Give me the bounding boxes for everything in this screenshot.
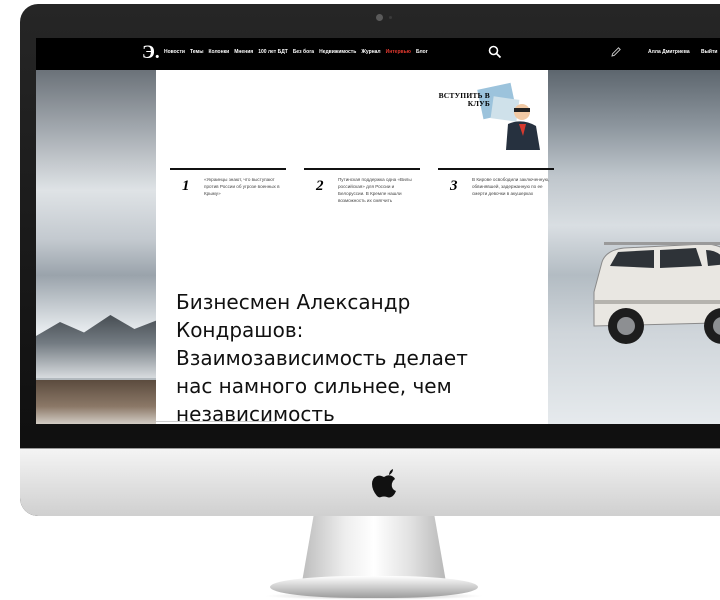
camera-icon [376,14,383,21]
news-number: 3 [450,178,458,194]
club-promo-banner[interactable] [422,78,542,150]
news-text[interactable]: Путинская поддержка одна «Вилы российска… [338,176,418,204]
suv-car-image [593,242,720,344]
logout-link[interactable]: Выйти [701,49,717,55]
nav-link-without-god[interactable]: Без бога [293,49,314,55]
mountain-shape [36,315,156,378]
nav-link-news[interactable]: Новости [164,49,185,55]
article-headline[interactable]: Бизнесмен Александр Кондрашов: Взаимозав… [176,288,496,424]
nav-link-bdt[interactable]: 100 лет БДТ [258,49,288,55]
nav-link-interview[interactable]: Интервью [386,49,411,55]
news-item[interactable]: 3 В Кирове освободили заключенную, обвин… [438,168,554,196]
monitor-chin [20,448,720,516]
user-name[interactable]: Алла Дмитриева [648,49,690,55]
article-panel: ВСТУПИТЬ В КЛУБ 1 «Украинцы знают, что в… [156,70,554,424]
camera-led [389,16,392,19]
search-icon[interactable] [488,45,502,59]
rock-shape [36,380,156,424]
monitor: Э. Новости Темы Колонки Мнения 100 лет Б… [20,4,720,516]
site-logo[interactable]: Э. [142,42,160,64]
club-promo-text[interactable]: ВСТУПИТЬ В КЛУБ [428,92,490,108]
pencil-icon[interactable] [610,46,622,58]
nav-link-columns[interactable]: Колонки [208,49,229,55]
news-item[interactable]: 1 «Украинцы знают, что выступают против … [170,168,286,196]
nav-links: Новости Темы Колонки Мнения 100 лет БДТ … [164,49,428,55]
nav-link-blog[interactable]: Блог [416,49,428,55]
nav-link-realty[interactable]: Недвижимость [319,49,356,55]
nav-link-magazine[interactable]: Журнал [361,49,380,55]
monitor-stand-base [270,576,478,598]
news-item[interactable]: 2 Путинская поддержка одна «Вилы российс… [304,168,420,203]
nav-link-opinions[interactable]: Мнения [234,49,253,55]
screen: Э. Новости Темы Колонки Мнения 100 лет Б… [36,38,720,424]
monitor-stand-neck [302,516,446,582]
top-navigation: Э. Новости Темы Колонки Мнения 100 лет Б… [36,38,720,70]
nav-link-topics[interactable]: Темы [190,49,204,55]
news-number: 2 [316,178,324,194]
divider [156,421,276,422]
apple-logo-icon [372,469,396,498]
news-text[interactable]: В Кирове освободили заключенную, обвиняв… [472,176,552,197]
news-number: 1 [182,178,190,194]
background-photo-left [36,70,156,424]
background-photo-right[interactable] [548,70,720,424]
news-text[interactable]: «Украинцы знают, что выступают против Ро… [204,176,284,197]
